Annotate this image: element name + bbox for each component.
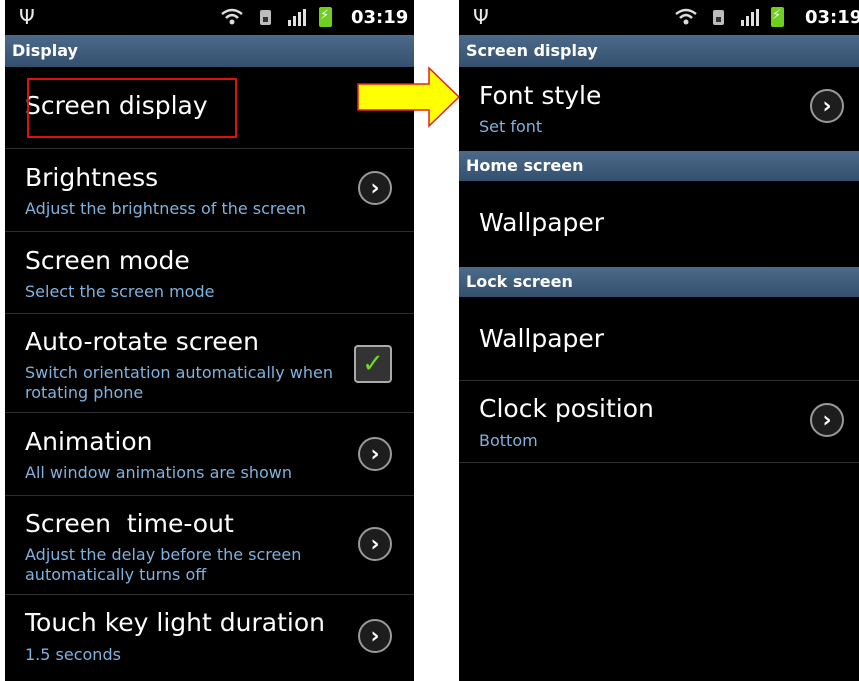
checkbox-checked-icon[interactable]: ✓ [354,345,392,383]
chevron-right-icon[interactable]: › [810,403,844,437]
usb-icon: Ψ [473,5,489,29]
highlight-box [27,78,237,138]
battery-charging-icon [319,7,332,27]
item-title: Brightness [25,163,159,192]
sim-icon [260,10,271,25]
sim-icon [713,10,724,25]
status-time: 03:19 [805,7,859,28]
item-title: Font style [479,81,602,110]
chevron-right-icon[interactable]: › [358,527,392,561]
usb-icon: Ψ [19,5,35,29]
chevron-right-icon[interactable]: › [358,619,392,653]
item-title: Clock position [479,394,654,423]
signal-icon [741,9,759,26]
wifi-icon [221,8,243,25]
item-subtitle: Bottom [479,431,538,450]
list-item-lock-wallpaper[interactable]: Wallpaper [459,297,859,381]
list-item-screen-timeout[interactable]: Screen time-out Adjust the delay before … [5,496,414,595]
page-title: Screen display [459,35,859,67]
display-settings-screen: Ψ 03:19 Display Screen display Brightnes… [5,0,414,681]
chevron-right-icon[interactable]: › [810,89,844,123]
item-subtitle: All window animations are shown [25,463,293,482]
section-header-home-screen: Home screen [459,151,859,181]
page-title: Display [5,35,414,67]
list-item-home-wallpaper[interactable]: Wallpaper [459,181,859,267]
screen-display-screen: Ψ 03:19 Screen display Font style Set fo… [459,0,859,681]
item-title: Wallpaper [479,324,605,353]
battery-charging-icon [771,7,784,27]
list-item-font-style[interactable]: Font style Set font › [459,67,859,151]
list-item-clock-position[interactable]: Clock position Bottom › [459,381,859,463]
list-item-animation[interactable]: Animation All window animations are show… [5,413,414,496]
item-title: Auto-rotate screen [25,327,259,356]
list-item-brightness[interactable]: Brightness Adjust the brightness of the … [5,149,414,232]
signal-icon [288,9,306,26]
section-header-lock-screen: Lock screen [459,267,859,297]
chevron-right-icon[interactable]: › [358,171,392,205]
item-subtitle: Adjust the brightness of the screen [25,199,306,218]
item-subtitle: Adjust the delay before the screen autom… [25,545,302,584]
chevron-right-icon[interactable]: › [358,437,392,471]
item-title: Screen mode [25,246,190,275]
arrow-right-icon [357,66,461,128]
item-subtitle: Switch orientation automatically when ro… [25,363,333,402]
item-title: Touch key light duration [25,608,325,637]
item-title: Wallpaper [479,208,605,237]
list-item-screen-display[interactable]: Screen display [5,67,414,149]
item-subtitle: 1.5 seconds [25,645,121,664]
item-subtitle: Set font [479,117,543,136]
list-item-screen-mode[interactable]: Screen mode Select the screen mode [5,232,414,314]
wifi-icon [675,8,697,25]
item-subtitle: Select the screen mode [25,282,215,301]
status-bar: Ψ 03:19 [5,0,414,35]
item-title: Screen time-out [25,509,234,538]
status-time: 03:19 [351,7,409,28]
list-item-touch-key-light[interactable]: Touch key light duration 1.5 seconds › [5,595,414,677]
item-title: Animation [25,427,153,456]
list-item-auto-rotate[interactable]: Auto-rotate screen Switch orientation au… [5,314,414,413]
status-bar: Ψ 03:19 [459,0,859,35]
